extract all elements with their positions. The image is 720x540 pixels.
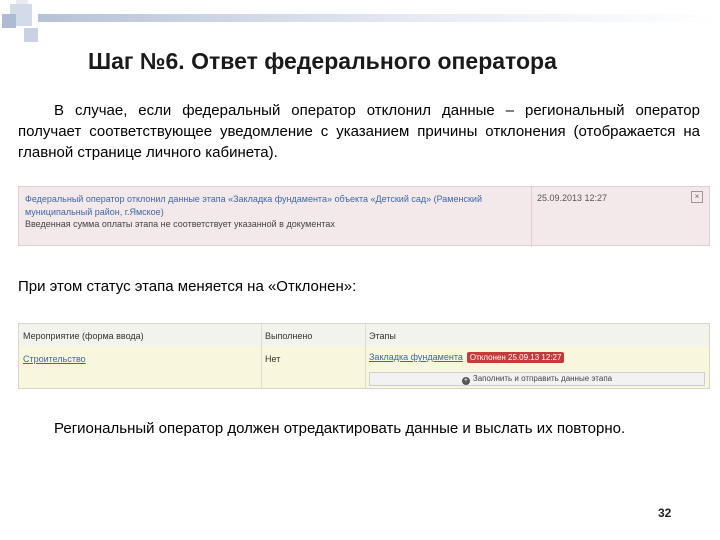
column-header-stages: Этапы <box>369 331 396 341</box>
column-header-done: Выполнено <box>265 331 313 341</box>
slide-title: Шаг №6. Ответ федерального оператора <box>88 48 557 74</box>
submit-stage-button[interactable]: + Заполнить и отправить данные этапа <box>369 372 705 386</box>
stage-link[interactable]: Закладка фундамента <box>369 352 463 362</box>
header-gradient-bar <box>38 14 720 22</box>
decor-square <box>24 28 38 42</box>
page-number: 32 <box>658 506 672 520</box>
plus-circle-icon: + <box>461 377 470 385</box>
decor-square <box>2 14 16 28</box>
status-badge: Отклонен 25.09.13 12:27 <box>466 352 565 363</box>
notification-reason: Введенная сумма оплаты этапа не соответс… <box>25 219 335 229</box>
paragraph-resubmit: Региональный оператор должен отредактиро… <box>54 420 626 437</box>
column-header-activity: Мероприятие (форма ввода) <box>23 331 144 341</box>
close-icon[interactable]: × <box>691 191 703 203</box>
paragraph-rejection-info: В случае, если федеральный оператор откл… <box>18 102 700 161</box>
column-divider <box>365 324 366 388</box>
paragraph-status-change: При этом статус этапа меняется на «Откло… <box>18 278 357 295</box>
done-value: Нет <box>265 354 281 364</box>
stage-cell: Закладка фундамента Отклонен 25.09.13 12:… <box>369 352 565 363</box>
notification-divider <box>531 187 532 247</box>
notification-date: 25.09.2013 12:27 <box>537 193 608 203</box>
submit-stage-label: Заполнить и отправить данные этапа <box>472 374 613 383</box>
table-row: Строительство Нет Закладка фундамента Отк… <box>19 346 709 388</box>
stage-table: Мероприятие (форма ввода) Выполнено Этап… <box>18 323 710 389</box>
notification-message-link[interactable]: Федеральный оператор отклонил данные эта… <box>25 193 525 219</box>
table-header: Мероприятие (форма ввода) Выполнено Этап… <box>19 324 709 347</box>
column-divider <box>261 324 262 388</box>
rejection-notification: Федеральный оператор отклонил данные эта… <box>18 186 710 247</box>
activity-link[interactable]: Строительство <box>23 354 86 364</box>
